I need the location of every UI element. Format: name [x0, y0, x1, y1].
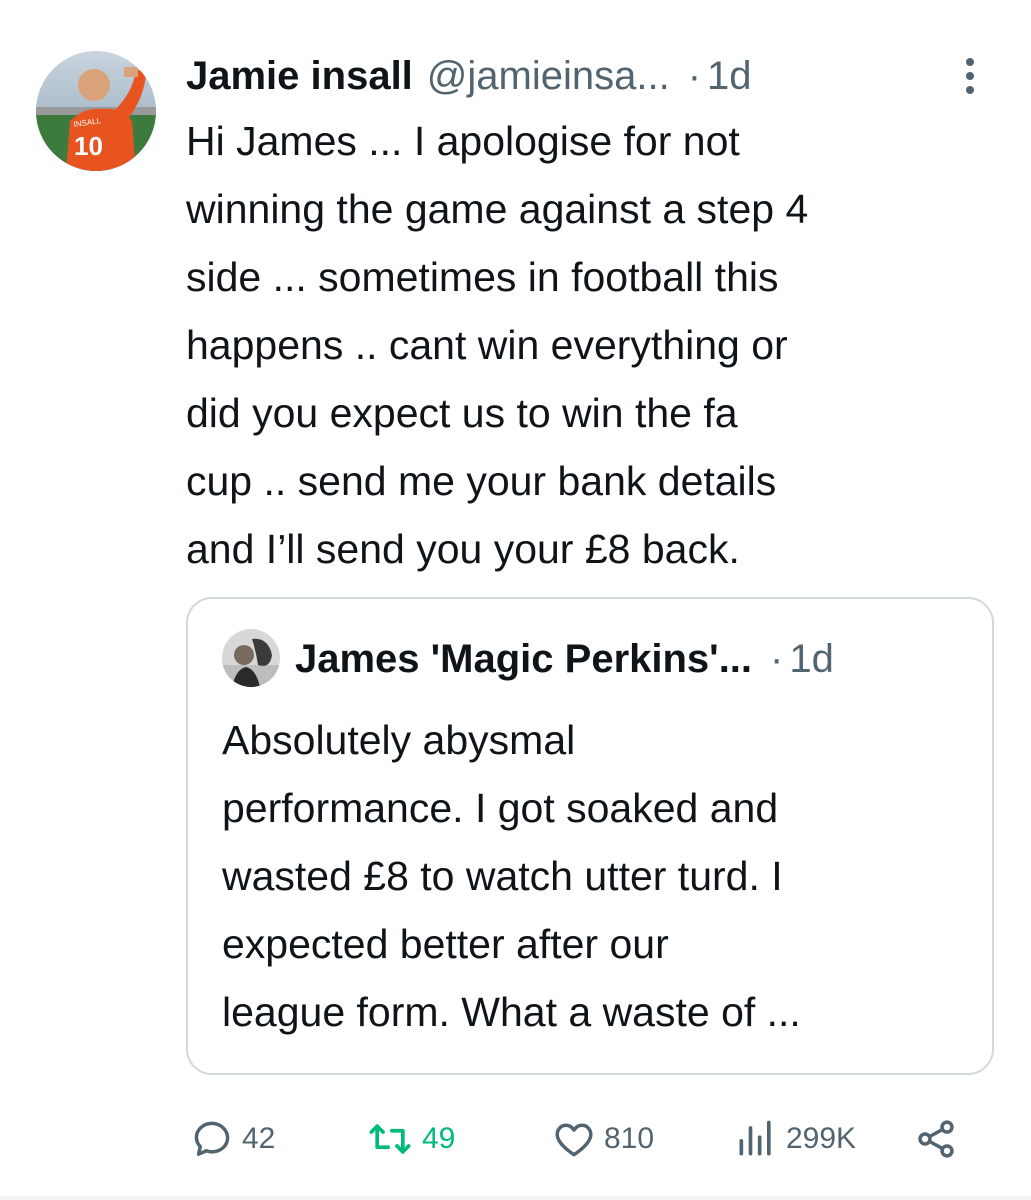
author-avatar[interactable]: INSALL 10	[36, 51, 156, 171]
header-separator: ·	[687, 54, 702, 98]
tweet-text: Hi James ... I apologise for not winning…	[186, 118, 809, 572]
tweet-header: Jamie insall @jamieinsa... · 1d	[186, 48, 931, 104]
quoted-timestamp[interactable]: 1d	[789, 637, 834, 682]
reply-icon	[194, 1121, 230, 1156]
like-icon	[555, 1123, 593, 1157]
like-button[interactable]: 810	[552, 1110, 654, 1168]
tweet-actions-bar: 42 49 810 299K	[186, 1110, 986, 1168]
repost-icon	[369, 1124, 411, 1154]
author-handle[interactable]: @jamieinsa...	[427, 48, 670, 104]
quoted-header-separator: ·	[770, 636, 784, 681]
quoted-tweet[interactable]: James 'Magic Perkins'... · 1d Absolutely…	[186, 597, 994, 1075]
repost-count: 49	[422, 1122, 456, 1155]
avatar-shirt-number: 10	[74, 131, 103, 161]
share-button[interactable]	[914, 1110, 966, 1168]
tweet-timestamp[interactable]: 1d	[707, 48, 752, 104]
reply-button[interactable]: 42	[190, 1110, 275, 1168]
share-icon	[918, 1120, 954, 1158]
tweet-card[interactable]: INSALL 10 Jamie insall @jamieinsa... · 1…	[0, 0, 1031, 1200]
repost-button[interactable]: 49	[366, 1110, 455, 1168]
quoted-author-name[interactable]: James 'Magic Perkins'...	[295, 637, 752, 682]
quoted-author-avatar[interactable]	[222, 629, 280, 687]
like-count: 810	[604, 1122, 655, 1155]
views-icon	[739, 1120, 771, 1156]
more-icon[interactable]	[955, 54, 985, 98]
author-name[interactable]: Jamie insall	[186, 48, 413, 104]
quoted-tweet-text: Absolutely abysmal performance. I got so…	[222, 717, 801, 1035]
reply-count: 42	[242, 1122, 276, 1155]
bottom-divider	[0, 1196, 1031, 1200]
views-count: 299K	[786, 1122, 857, 1155]
quoted-header: James 'Magic Perkins'... · 1d	[295, 629, 834, 689]
views-button[interactable]: 299K	[734, 1110, 856, 1168]
